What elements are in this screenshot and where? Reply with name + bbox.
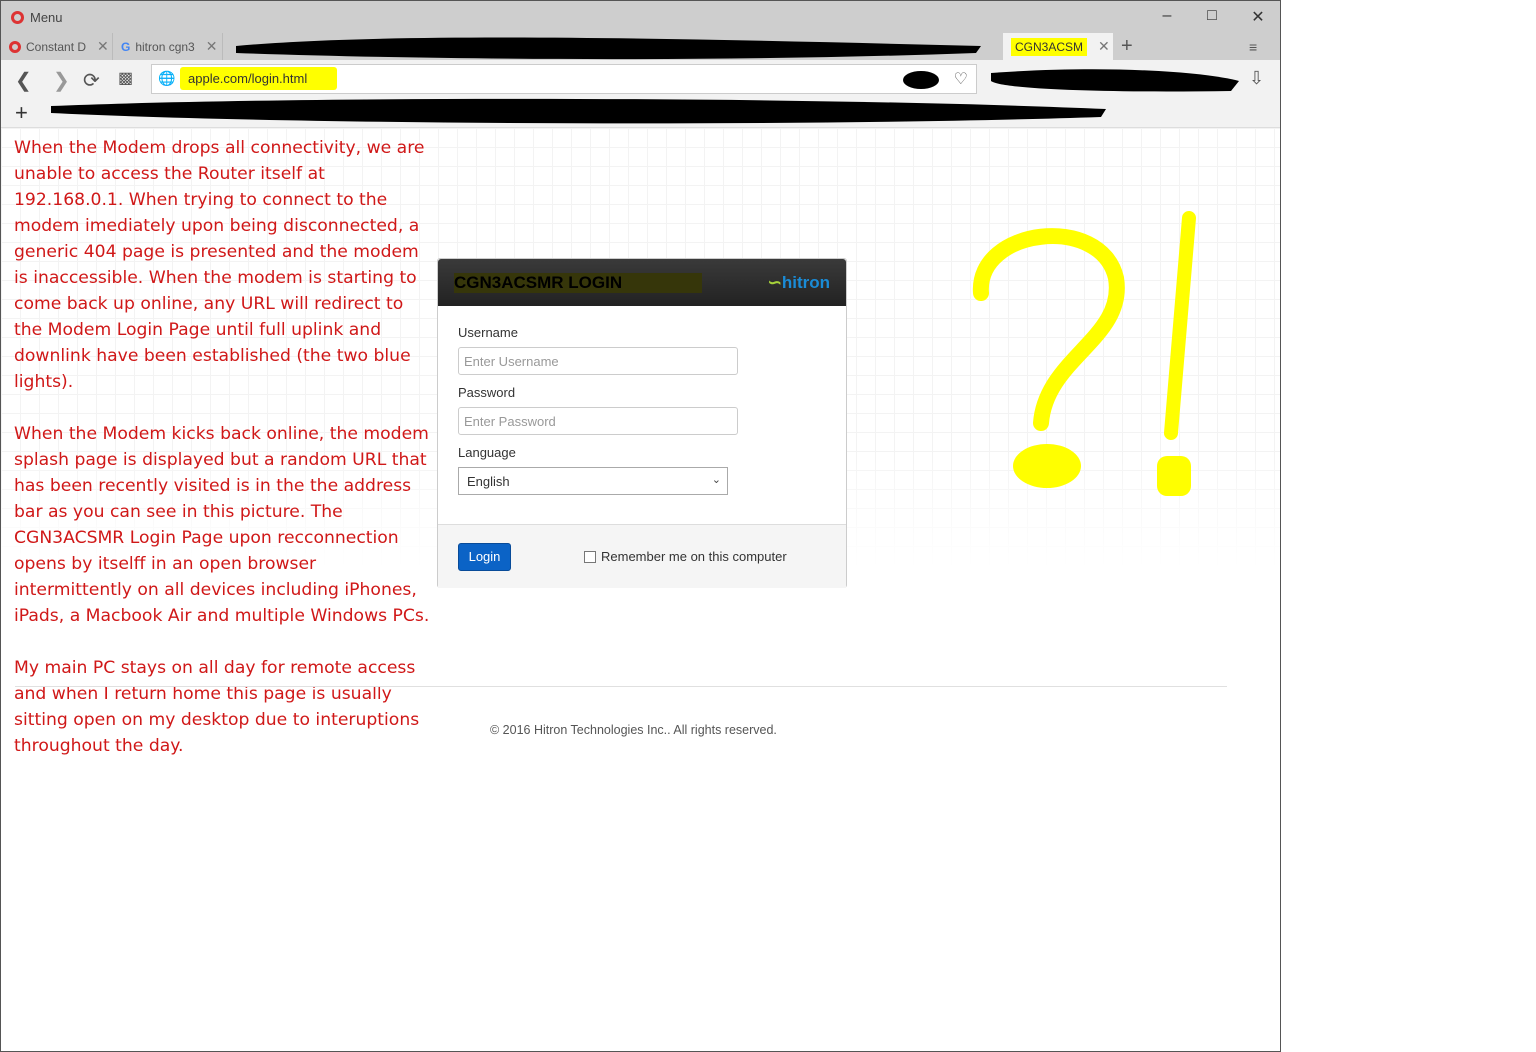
remember-me-checkbox[interactable]: Remember me on this computer [584, 549, 787, 564]
redaction-mark [51, 98, 1106, 124]
redaction-mark [236, 37, 981, 60]
remember-label: Remember me on this computer [601, 549, 787, 564]
redaction-scribbles [51, 37, 1239, 124]
login-button[interactable]: Login [458, 543, 511, 571]
chevron-down-icon: ⌄ [711, 474, 721, 486]
username-label: Username [458, 325, 518, 340]
divider [15, 686, 1227, 687]
annotation-paragraph: When the Modem drops all connectivity, w… [14, 138, 425, 392]
login-footer: Login Remember me on this computer [438, 524, 846, 588]
browser-window: Menu – □ ✕ Constant D ✕ Ghitron cgn3 ✕ CGN… [0, 0, 1281, 1052]
login-title: CGN3ACSMR LOGIN [454, 273, 703, 293]
annotation-text: When the Modem drops all connectivity, w… [14, 135, 434, 785]
login-header: CGN3ACSMR LOGIN ∽hitron [438, 259, 846, 306]
checkbox-icon [584, 550, 596, 563]
language-label: Language [458, 445, 516, 460]
annotation-paragraph: My main PC stays on all day for remote a… [14, 658, 420, 756]
password-label: Password [458, 385, 516, 400]
password-input[interactable]: Enter Password [458, 407, 738, 435]
page-content: When the Modem drops all connectivity, w… [1, 128, 1280, 1051]
language-value: English [467, 474, 510, 489]
copyright-text: © 2016 Hitron Technologies Inc.. All rig… [490, 723, 777, 737]
language-select[interactable]: English ⌄ [458, 467, 728, 495]
username-input[interactable]: Enter Username [458, 347, 738, 375]
login-panel: CGN3ACSMR LOGIN ∽hitron Username Enter U… [437, 258, 847, 588]
redaction-mark [991, 69, 1239, 92]
hitron-logo: ∽hitron [767, 273, 830, 292]
logo-text: hitron [781, 273, 830, 292]
redaction-mark [903, 71, 939, 89]
annotation-paragraph: When the Modem kicks back online, the mo… [14, 424, 430, 626]
question-exclamation-scribble [972, 211, 1196, 496]
